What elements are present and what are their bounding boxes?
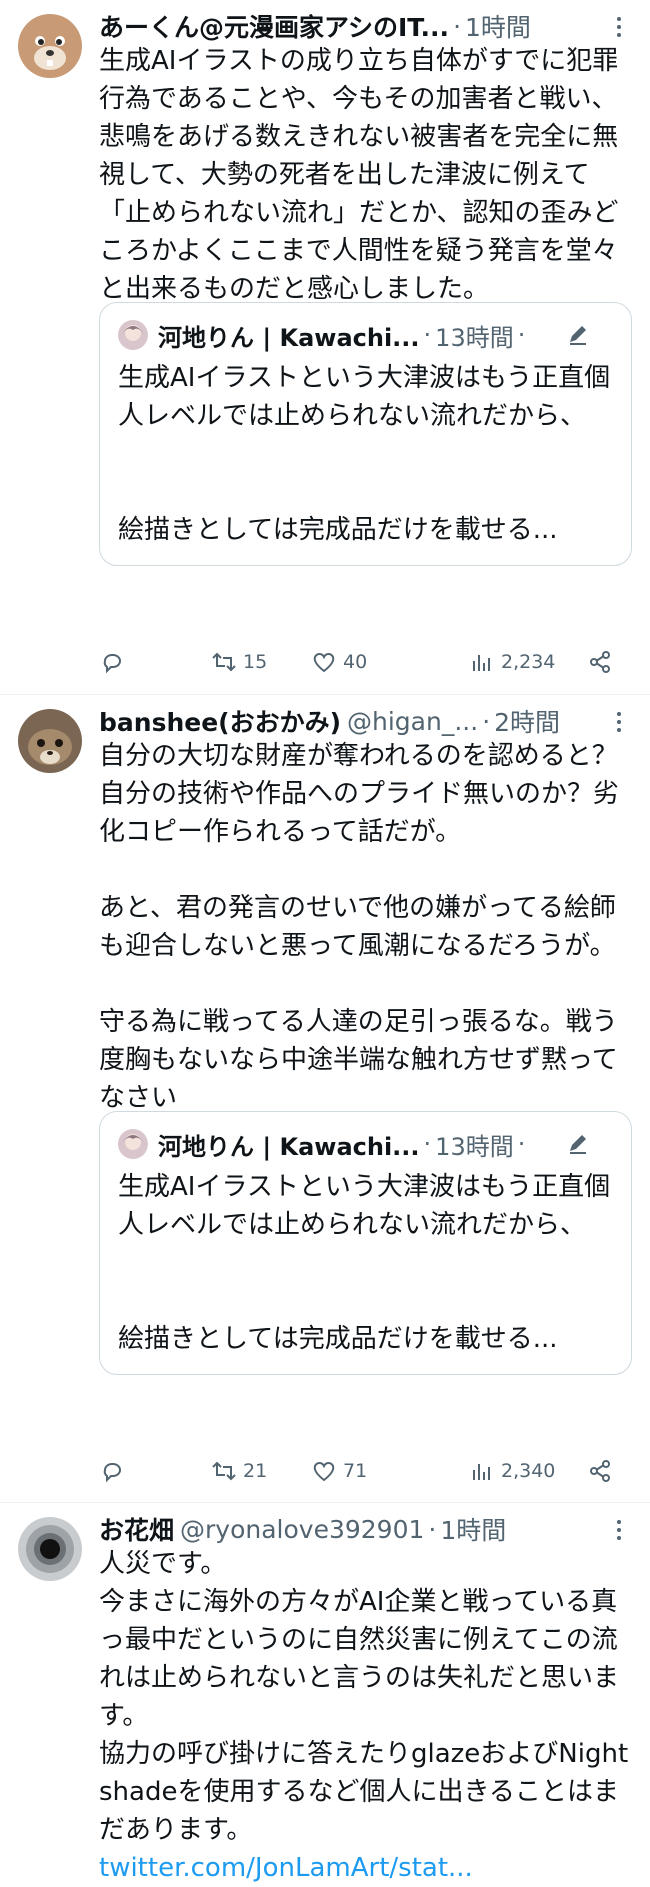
separator-dot: · bbox=[423, 1130, 432, 1158]
tweet-text: 生成AIイラストの成り立ち自体がすでに犯罪行為であることや、今もその加害者と戦い… bbox=[99, 46, 619, 304]
quote-tweet[interactable]: 河地りん | Kawachi... · 13時間 · 生成AIイラストという大津… bbox=[99, 1111, 632, 1375]
avatar[interactable] bbox=[18, 14, 82, 78]
heart-icon bbox=[313, 653, 335, 673]
quote-tweet[interactable]: 河地りん | Kawachi... · 13時間 · 生成AIイラストという大津… bbox=[99, 302, 632, 566]
views-icon bbox=[473, 1464, 490, 1480]
display-name[interactable]: あーくん@元漫画家アシのIT... bbox=[99, 8, 449, 44]
quote-author-name: 河地りん | Kawachi... bbox=[158, 323, 420, 352]
avatar[interactable] bbox=[18, 1517, 82, 1581]
views-button[interactable]: 2,340 bbox=[469, 1451, 555, 1491]
avatar[interactable] bbox=[18, 709, 82, 773]
tweet[interactable]: お花畑 @ryonalove392901 · 1時間 人災です。 今まさに海外の… bbox=[0, 1503, 650, 1883]
share-icon bbox=[590, 1460, 610, 1482]
heart-icon bbox=[313, 1462, 335, 1482]
retweet-button[interactable]: 21 bbox=[211, 1451, 267, 1491]
tweet[interactable]: あーくん@元漫画家アシのIT... · 1時間 生成AIイラストの成り立ち自体が… bbox=[0, 0, 650, 695]
reply-icon bbox=[103, 1463, 121, 1483]
more-icon[interactable] bbox=[606, 12, 632, 42]
separator-dot: · bbox=[428, 1514, 437, 1544]
separator-dot: · bbox=[453, 11, 462, 41]
share-button[interactable] bbox=[587, 642, 619, 682]
views-count: 2,234 bbox=[501, 651, 556, 673]
retweet-icon bbox=[212, 652, 236, 672]
quote-text: 生成AIイラストという大津波はもう正直個人レベルでは止められない流れだから、 bbox=[118, 363, 611, 431]
retweet-button[interactable]: 15 bbox=[211, 642, 267, 682]
quote-text-truncated: 絵描きとしては完成品だけを載せる... bbox=[118, 1324, 558, 1354]
timestamp[interactable]: 1時間 bbox=[465, 8, 531, 44]
views-count: 2,340 bbox=[501, 1460, 556, 1482]
quote-author-name: 河地りん | Kawachi... bbox=[158, 1132, 420, 1161]
quote-text: 生成AIイラストという大津波はもう正直個人レベルでは止められない流れだから、 bbox=[118, 1172, 611, 1240]
user-handle[interactable]: @higan_... bbox=[347, 707, 478, 736]
timestamp[interactable]: 1時間 bbox=[440, 1511, 506, 1547]
tweet-text: 人災です。 今まさに海外の方々がAI企業と戦っている真っ最中だというのに自然災害… bbox=[99, 1549, 629, 1845]
share-icon bbox=[590, 651, 610, 673]
quote-timestamp: 13時間 bbox=[435, 1132, 514, 1161]
views-icon bbox=[473, 655, 490, 671]
quote-timestamp: 13時間 bbox=[435, 323, 514, 352]
tweet-text: 自分の大切な財産が奪われるのを認めると？自分の技術や作品へのプライド無いのか？劣… bbox=[99, 741, 620, 1113]
display-name[interactable]: お花畑 bbox=[99, 1511, 174, 1547]
like-button[interactable]: 40 bbox=[311, 642, 367, 682]
pencil-icon bbox=[570, 326, 586, 345]
separator-dot: · bbox=[423, 321, 432, 349]
like-count: 40 bbox=[343, 651, 368, 673]
quote-avatar bbox=[118, 320, 148, 350]
retweet-icon bbox=[212, 1461, 236, 1481]
more-icon[interactable] bbox=[606, 1515, 632, 1545]
views-button[interactable]: 2,234 bbox=[469, 642, 555, 682]
retweet-count: 15 bbox=[243, 651, 268, 673]
separator-dot: · bbox=[482, 706, 491, 736]
more-icon[interactable] bbox=[606, 707, 632, 737]
like-count: 71 bbox=[343, 1460, 368, 1482]
display-name[interactable]: banshee(おおかみ) bbox=[99, 703, 341, 739]
separator-dot: · bbox=[517, 1130, 526, 1158]
separator-dot: · bbox=[517, 321, 526, 349]
share-button[interactable] bbox=[587, 1451, 619, 1491]
quote-text-truncated: 絵描きとしては完成品だけを載せる... bbox=[118, 515, 558, 545]
like-button[interactable]: 71 bbox=[311, 1451, 367, 1491]
user-handle[interactable]: @ryonalove392901 bbox=[180, 1515, 424, 1544]
reply-button[interactable] bbox=[99, 642, 131, 682]
tweet-link[interactable]: twitter.com/JonLamArt/stat... bbox=[99, 1849, 632, 1887]
tweet[interactable]: banshee(おおかみ) @higan_... · 2時間 自分の大切な財産が… bbox=[0, 695, 650, 1503]
reply-button[interactable] bbox=[99, 1451, 131, 1491]
quote-avatar bbox=[118, 1129, 148, 1159]
timestamp[interactable]: 2時間 bbox=[494, 703, 560, 739]
pencil-icon bbox=[570, 1135, 586, 1154]
reply-icon bbox=[103, 654, 121, 674]
retweet-count: 21 bbox=[243, 1460, 268, 1482]
